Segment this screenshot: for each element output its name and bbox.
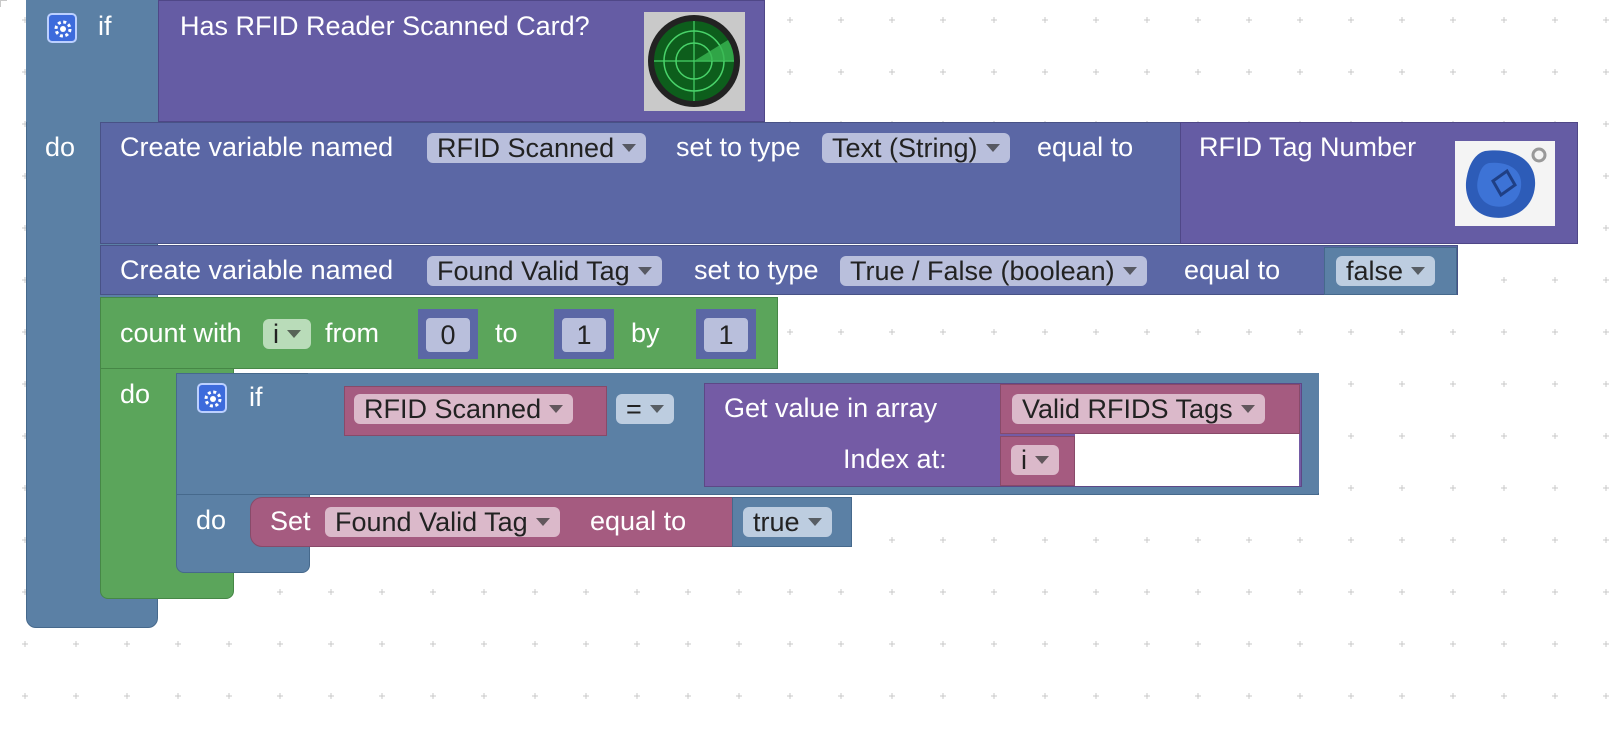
chevron-down-icon <box>637 266 652 275</box>
set-variable-dropdown[interactable]: Found Valid Tag <box>325 507 560 537</box>
operator-dropdown[interactable]: = <box>616 394 674 424</box>
outer-if-label: if <box>98 11 112 41</box>
from-label: from <box>325 318 379 348</box>
create-var-1-equal-label: equal to <box>1037 132 1134 162</box>
to-label: to <box>495 318 518 348</box>
outer-do-label: do <box>45 132 76 162</box>
chevron-down-icon <box>985 143 1000 152</box>
left-variable-dropdown[interactable]: RFID Scanned <box>354 394 574 424</box>
condition-label: Has RFID Reader Scanned Card? <box>180 11 590 41</box>
create-var-2-equal-label: equal to <box>1184 255 1281 285</box>
inner-if-mutator-gear-icon[interactable] <box>197 383 227 413</box>
to-number-input[interactable]: 1 <box>562 318 606 352</box>
chevron-down-icon <box>1035 455 1049 464</box>
chevron-down-icon <box>1411 266 1426 275</box>
chevron-down-icon <box>622 143 637 152</box>
boolean-dropdown-true[interactable]: true <box>743 507 832 537</box>
index-at-label: Index at: <box>843 444 947 474</box>
type-dropdown-text[interactable]: Text (String) <box>822 133 1010 163</box>
outer-if-mutator-gear-icon[interactable] <box>47 13 77 43</box>
chevron-down-icon <box>535 517 550 526</box>
count-with-label: count with <box>120 318 242 348</box>
rfid-keyfob-icon <box>1455 141 1555 226</box>
create-var-1-prefix: Create variable named <box>120 132 394 162</box>
create-var-2-prefix: Create variable named <box>120 255 394 285</box>
chevron-down-icon <box>649 404 664 413</box>
from-number-input[interactable]: 0 <box>426 318 470 352</box>
var-name-dropdown-rfid[interactable]: RFID Scanned <box>427 133 647 163</box>
index-variable-dropdown[interactable]: i <box>1011 445 1059 475</box>
set-equal-label: equal to <box>590 506 687 536</box>
loop-do-label: do <box>120 379 151 409</box>
chevron-down-icon <box>1240 404 1255 413</box>
chevron-down-icon <box>549 404 564 413</box>
boolean-dropdown-false[interactable]: false <box>1336 256 1436 286</box>
rfid-tag-number-label: RFID Tag Number <box>1199 132 1417 162</box>
loop-var-dropdown[interactable]: i <box>263 319 311 349</box>
by-label: by <box>631 318 660 348</box>
by-number-input[interactable]: 1 <box>704 318 748 352</box>
inner-if-label: if <box>249 382 263 412</box>
array-variable-dropdown[interactable]: Valid RFIDS Tags <box>1012 394 1265 424</box>
type-dropdown-boolean[interactable]: True / False (boolean) <box>840 256 1147 286</box>
create-var-2-set-type-label: set to type <box>694 255 819 285</box>
chevron-down-icon <box>807 517 822 526</box>
inner-do-label: do <box>196 505 227 535</box>
get-value-label: Get value in array <box>724 393 938 423</box>
chevron-down-icon <box>1122 266 1137 275</box>
var-name-dropdown-found[interactable]: Found Valid Tag <box>427 256 662 286</box>
set-label: Set <box>270 506 311 536</box>
array-index-notch-area <box>1075 434 1299 486</box>
radar-scanner-icon <box>644 12 745 111</box>
create-var-1-set-type-label: set to type <box>676 132 801 162</box>
chevron-down-icon <box>287 329 301 338</box>
